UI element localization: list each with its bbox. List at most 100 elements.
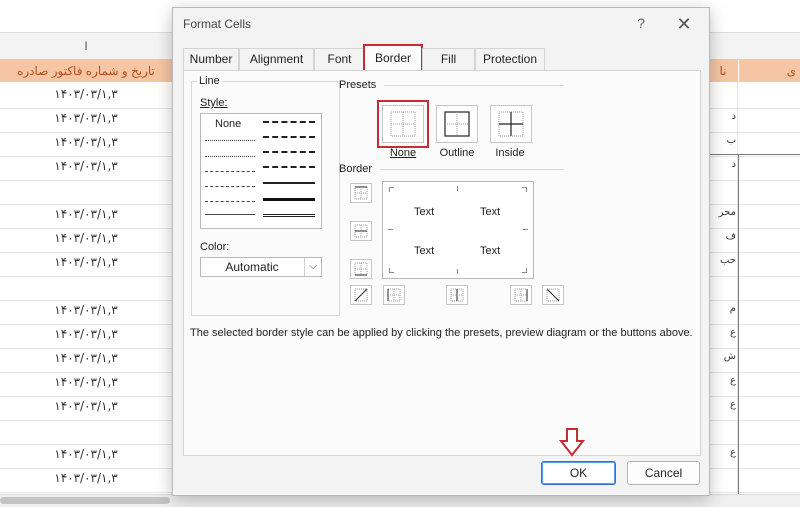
border-right-button[interactable]	[510, 285, 532, 305]
name-cell[interactable]: ف	[708, 231, 736, 242]
preset-inside-label[interactable]: Inside	[488, 147, 532, 159]
tab-font[interactable]: Font	[314, 48, 365, 70]
name-cell[interactable]: د	[708, 111, 736, 122]
border-diagonal-down-button[interactable]	[542, 285, 564, 305]
name-cell[interactable]: ب	[708, 135, 736, 146]
line-style-thin[interactable]	[205, 214, 255, 215]
grid-line	[708, 228, 800, 229]
line-style-none[interactable]: None	[215, 118, 241, 130]
diagonal-down-icon	[546, 288, 560, 302]
date-cell[interactable]: ۱۴۰۳/۰۳/۱,۳	[0, 399, 172, 413]
name-cell[interactable]: م	[708, 303, 736, 314]
date-cell[interactable]: ۱۴۰۳/۰۳/۱,۳	[0, 447, 172, 461]
tab-border[interactable]: Border	[363, 44, 423, 72]
name-cell[interactable]: محر	[708, 207, 736, 218]
tab-fill[interactable]: Fill	[422, 48, 475, 70]
preset-none-button[interactable]	[377, 100, 429, 148]
line-style-dash-dot-dot[interactable]	[205, 171, 255, 172]
border-left-button[interactable]	[383, 285, 405, 305]
tab-bar: Number Alignment Font Border Fill Protec…	[183, 44, 703, 72]
preview-corner-mark	[389, 272, 394, 273]
scrollbar-thumb[interactable]	[0, 497, 170, 504]
color-value: Automatic	[225, 260, 279, 274]
ok-button[interactable]: OK	[541, 461, 616, 485]
border-inside-horizontal-button[interactable]	[350, 221, 372, 241]
border-bottom-button[interactable]	[350, 259, 372, 279]
column-header-i[interactable]: I	[0, 33, 172, 60]
name-cell[interactable]: ع	[708, 327, 736, 338]
date-cell[interactable]: ۱۴۰۳/۰۳/۱,۳	[0, 471, 172, 485]
border-inside-vertical-button[interactable]	[446, 285, 468, 305]
date-cell[interactable]: ۱۴۰۳/۰۳/۱,۳	[0, 207, 172, 221]
date-cell[interactable]: ۱۴۰۳/۰۳/۱,۳	[0, 111, 172, 125]
preview-center-mark	[523, 229, 528, 230]
date-cell[interactable]: ۱۴۰۳/۰۳/۱,۳	[0, 159, 172, 173]
date-cell[interactable]: ۱۴۰۳/۰۳/۱,۳	[0, 351, 172, 365]
color-dropdown[interactable]: Automatic ⌵	[200, 257, 322, 277]
line-style-slanted-dash-dot[interactable]	[263, 136, 315, 138]
cancel-button[interactable]: Cancel	[627, 461, 700, 485]
name-cell[interactable]: ع	[708, 399, 736, 410]
line-style-medium-dashed[interactable]	[263, 166, 315, 168]
line-style-medium-dash-dot-dot[interactable]	[263, 121, 315, 123]
grid-line	[0, 420, 172, 421]
grid-line	[0, 228, 172, 229]
close-button[interactable]: ✕	[672, 13, 696, 35]
help-button[interactable]: ?	[632, 14, 650, 32]
preset-outline-button[interactable]	[436, 105, 478, 143]
date-cell[interactable]: ۱۴۰۳/۰۳/۱,۳	[0, 87, 172, 101]
grid-line	[0, 372, 172, 373]
line-style-hair[interactable]	[205, 140, 255, 141]
tab-alignment[interactable]: Alignment	[239, 48, 314, 70]
tab-number[interactable]: Number	[183, 48, 239, 70]
grid-line	[0, 276, 172, 277]
grid-line	[0, 156, 172, 157]
line-style-dash-dot[interactable]	[205, 186, 255, 187]
column-header-right[interactable]	[708, 33, 800, 60]
name-cell[interactable]: د	[708, 159, 736, 170]
chevron-down-icon[interactable]: ⌵	[304, 258, 321, 276]
header-cell-far-right[interactable]: ی	[739, 60, 800, 82]
date-cell[interactable]: ۱۴۰۳/۰۳/۱,۳	[0, 327, 172, 341]
tab-protection[interactable]: Protection	[475, 48, 545, 70]
grid-line	[708, 252, 800, 253]
grid-line	[708, 396, 800, 397]
border-left-icon	[387, 288, 401, 302]
border-diagonal-up-button[interactable]	[350, 285, 372, 305]
date-cell[interactable]: ۱۴۰۳/۰۳/۱,۳	[0, 135, 172, 149]
line-style-list[interactable]: None	[200, 113, 322, 229]
border-inside-horizontal-icon	[354, 224, 368, 238]
preset-outline-label[interactable]: Outline	[432, 147, 482, 159]
name-cell[interactable]: ش	[708, 351, 736, 362]
header-cell-name[interactable]: نا	[708, 60, 738, 82]
preview-text: Text	[414, 206, 435, 218]
date-cell[interactable]: ۱۴۰۳/۰۳/۱,۳	[0, 303, 172, 317]
line-style-dotted[interactable]	[205, 156, 255, 157]
date-cell[interactable]: ۱۴۰۳/۰۳/۱,۳	[0, 255, 172, 269]
preset-inside-icon	[498, 111, 524, 137]
dialog-title: Format Cells	[183, 17, 252, 31]
line-style-thick[interactable]	[263, 198, 315, 201]
style-label: Style:	[200, 97, 228, 109]
preset-none-icon	[390, 111, 416, 137]
preview-center-mark	[388, 229, 393, 230]
preview-corner-mark	[522, 272, 527, 273]
date-cell[interactable]: ۱۴۰۳/۰۳/۱,۳	[0, 231, 172, 245]
name-cell[interactable]: ع	[708, 375, 736, 386]
header-cell-invoice-date[interactable]: تاریخ و شماره فاکتور صادره	[0, 60, 172, 82]
border-preview-diagram[interactable]: Text Text Text Text	[382, 181, 534, 279]
preset-none-label[interactable]: None	[382, 147, 424, 159]
line-style-medium[interactable]	[263, 182, 315, 184]
border-top-button[interactable]	[350, 183, 372, 203]
preview-text: Text	[414, 245, 435, 257]
preset-inside-button[interactable]	[490, 105, 532, 143]
name-cell[interactable]: ع	[708, 447, 736, 458]
name-cell[interactable]: حب	[708, 255, 736, 266]
line-style-double[interactable]	[263, 214, 315, 217]
dialog-titlebar[interactable]: Format Cells ? ✕	[173, 8, 709, 40]
line-style-medium-dash-dot[interactable]	[263, 151, 315, 153]
format-cells-dialog: Format Cells ? ✕ Number Alignment Font B…	[172, 7, 710, 496]
date-cell[interactable]: ۱۴۰۳/۰۳/۱,۳	[0, 375, 172, 389]
line-style-dashed[interactable]	[205, 201, 255, 202]
grid-line	[0, 180, 172, 181]
